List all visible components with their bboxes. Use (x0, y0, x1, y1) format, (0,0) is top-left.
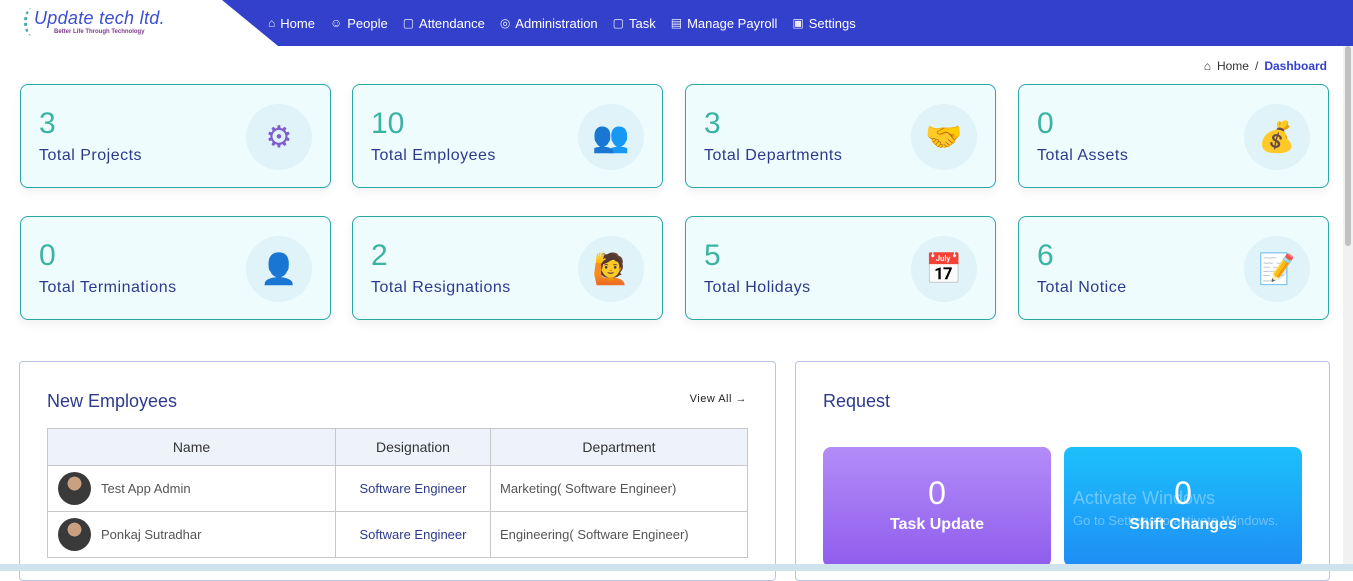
designation: Software Engineer (335, 465, 491, 512)
nav-settings[interactable]: ▣ Settings (792, 16, 855, 31)
stat-card-resignations[interactable]: 2 Total Resignations 🙋 (352, 216, 663, 320)
main-menu: ⌂ Home ☺ People ▢ Attendance ◎ Administratio… (268, 0, 856, 46)
stat-card-holidays[interactable]: 5 Total Holidays 📅 (685, 216, 996, 320)
request-count: 0 (928, 475, 946, 511)
nav-label: Home (280, 15, 315, 31)
stat-value: 0 (39, 239, 56, 272)
brand-tagline: Better Life Through Technology (54, 29, 145, 35)
target-icon: ◎ (499, 16, 511, 30)
stat-card-projects[interactable]: 3 Total Projects ⚙ (20, 84, 331, 188)
page-scrollbar[interactable] (1343, 46, 1353, 564)
stat-label: Total Holidays (704, 279, 811, 296)
stat-value: 2 (371, 239, 388, 272)
employee-name: Ponkaj Sutradhar (101, 527, 202, 542)
nav-label: Task (629, 15, 656, 31)
stat-card-terminations[interactable]: 0 Total Terminations 👤 (20, 216, 331, 320)
stat-label: Total Projects (39, 147, 143, 164)
nav-administration[interactable]: ◎ Administration (500, 16, 598, 31)
stat-value: 6 (1037, 239, 1054, 272)
nav-label: Administration (515, 15, 598, 31)
notice-icon: 📝 (1244, 236, 1310, 302)
stat-value: 10 (371, 107, 405, 140)
avatar (58, 518, 91, 551)
departments-icon: 🤝 (911, 104, 977, 170)
panel-title: New Employees (47, 391, 178, 411)
view-all-link[interactable]: View All → (690, 393, 747, 405)
nav-label: Manage Payroll (687, 15, 778, 31)
department: Marketing( Software Engineer) (490, 465, 748, 512)
nav-payroll[interactable]: ▤ Manage Payroll (671, 16, 778, 31)
assets-icon: 💰 (1244, 104, 1310, 170)
settings-icon: ▣ (792, 16, 804, 30)
table-row[interactable]: Ponkaj Sutradhar Software Engineer Engin… (47, 511, 748, 558)
scrollbar-thumb[interactable] (1345, 46, 1351, 246)
bottom-strip (0, 564, 1353, 571)
breadcrumb-current: Dashboard (1264, 59, 1327, 73)
column-header: Department (490, 428, 748, 466)
employees-table: Name Designation Department Test App Adm… (47, 428, 748, 558)
stat-card-notice[interactable]: 6 Total Notice 📝 (1018, 216, 1329, 320)
stat-value: 3 (39, 107, 56, 140)
stat-label: Total Departments (704, 147, 843, 164)
stat-value: 0 (1037, 107, 1054, 140)
designation: Software Engineer (335, 511, 491, 558)
nav-attendance[interactable]: ▢ Attendance (403, 16, 485, 31)
resignations-icon: 🙋 (578, 236, 644, 302)
stat-card-assets[interactable]: 0 Total Assets 💰 (1018, 84, 1329, 188)
column-header: Designation (335, 428, 491, 466)
nav-home[interactable]: ⌂ Home (268, 16, 315, 31)
table-row[interactable]: Test App Admin Software Engineer Marketi… (47, 465, 748, 512)
avatar (58, 472, 91, 505)
breadcrumb: ⌂ Home / Dashboard (1204, 59, 1327, 73)
task-icon: ▢ (612, 16, 625, 30)
table-header: Name Designation Department (47, 428, 748, 466)
clipboard-icon: ▢ (402, 16, 415, 30)
people-icon: ☺ (329, 16, 343, 30)
column-header: Name (47, 428, 336, 466)
department: Engineering( Software Engineer) (490, 511, 748, 558)
stat-label: Total Employees (371, 147, 496, 164)
stat-label: Total Assets (1037, 147, 1129, 164)
nav-task[interactable]: ▢ Task (613, 16, 656, 31)
projects-icon: ⚙ (246, 104, 312, 170)
terminations-icon: 👤 (246, 236, 312, 302)
breadcrumb-home[interactable]: Home (1217, 59, 1249, 73)
brand-logo[interactable]: Update tech ltd. Better Life Through Tec… (24, 8, 165, 36)
employees-icon: 👥 (578, 104, 644, 170)
nav-people[interactable]: ☺ People (330, 16, 388, 31)
stat-card-employees[interactable]: 10 Total Employees 👥 (352, 84, 663, 188)
logo-area: Update tech ltd. Better Life Through Tec… (0, 0, 278, 46)
top-navbar: Update tech ltd. Better Life Through Tec… (0, 0, 1353, 46)
stat-value: 5 (704, 239, 721, 272)
request-label: Shift Changes (1129, 516, 1237, 533)
task-update-card[interactable]: 0 Task Update (823, 447, 1051, 567)
stat-label: Total Resignations (371, 279, 511, 296)
holidays-icon: 📅 (911, 236, 977, 302)
shift-changes-card[interactable]: 0 Shift Changes (1064, 447, 1302, 567)
home-icon: ⌂ (268, 16, 276, 30)
panel-title: Request (823, 391, 891, 411)
logo-dots-icon (24, 8, 40, 36)
stat-value: 3 (704, 107, 721, 140)
nav-label: Settings (808, 15, 856, 31)
stat-label: Total Terminations (39, 279, 177, 296)
employee-name: Test App Admin (101, 481, 191, 496)
payroll-icon: ▤ (670, 16, 683, 30)
stat-card-departments[interactable]: 3 Total Departments 🤝 (685, 84, 996, 188)
nav-label: Attendance (419, 15, 485, 31)
request-count: 0 (1174, 475, 1192, 511)
breadcrumb-separator: / (1254, 59, 1259, 73)
nav-label: People (347, 15, 388, 31)
new-employees-panel: New Employees View All → Name Designatio… (19, 361, 776, 581)
request-label: Task Update (890, 516, 984, 533)
request-panel: Request 0 Task Update 0 Shift Changes (795, 361, 1330, 581)
brand-name: Update tech ltd. (34, 8, 165, 28)
home-icon[interactable]: ⌂ (1204, 59, 1211, 73)
stat-label: Total Notice (1037, 279, 1127, 296)
